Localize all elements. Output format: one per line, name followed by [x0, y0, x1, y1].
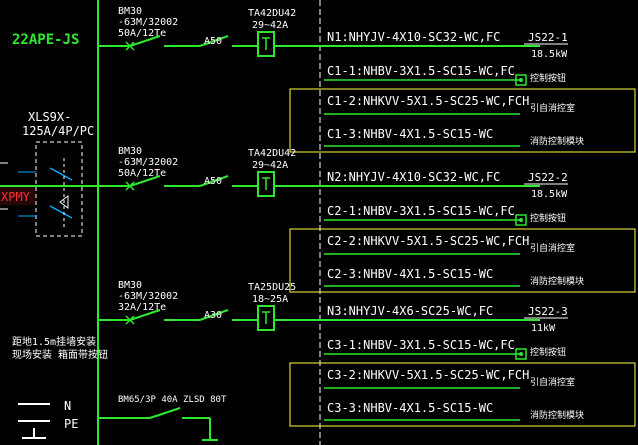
load-power: 18.5kW [531, 49, 568, 60]
sub-circuit-note: 引自消控室 [530, 376, 575, 388]
install-note-line1: 距地1.5m挂墙安装 [12, 335, 96, 348]
sub-circuit-note: 引自消控室 [530, 242, 575, 254]
sub-circuit-label: C3-2:NHKVV-5X1.5-SC25-WC,FCH [327, 368, 529, 382]
breaker-type: -63M/32002 [118, 17, 178, 28]
sub-circuit-label: C2-1:NHBV-3X1.5-SC15-WC,FC [327, 204, 515, 218]
breaker-model: BM30 [118, 280, 142, 291]
sub-circuit-label: C2-2:NHKVV-5X1.5-SC25-WC,FCH [327, 234, 529, 248]
sub-circuit-note: 引自消控室 [530, 102, 575, 114]
sub-circuit-note: 控制按钮 [530, 212, 566, 224]
sub-circuit-label: C2-3:NHBV-4X1.5-SC15-WC [327, 267, 493, 281]
switch-rating: A50 [204, 176, 222, 187]
ct-range: 18~25A [252, 294, 288, 305]
sub-circuit-note: 控制按钮 [530, 72, 566, 84]
load-id: JS22-2 [528, 171, 568, 184]
spd-label: BM65/3P 40A ZLSD 80T [118, 395, 227, 405]
sub-circuit-note: 控制按钮 [530, 346, 566, 358]
sub-circuit-label: C3-3:NHBV-4X1.5-SC15-WC [327, 401, 493, 415]
breaker-model: BM30 [118, 146, 142, 157]
bus-label-pe: PE [64, 417, 78, 431]
main-cable-label: N2:NHYJV-4X10-SC32-WC,FC [327, 170, 500, 184]
control-button-dot [519, 218, 523, 222]
load-power: 18.5kW [531, 189, 568, 200]
wiring-diagram: 22APE-JS XLS9X- 125A/4P/PC XPMY 距地1.5m挂墙… [0, 0, 638, 445]
sub-circuit-label: C1-3:NHBV-4X1.5-SC15-WC [327, 127, 493, 141]
control-button-dot [519, 78, 523, 82]
ct-model: TA25DU25 [248, 282, 296, 293]
sub-circuit-note: 消防控制模块 [530, 409, 584, 421]
ct-model: TA42DU42 [248, 8, 296, 19]
breaker-type: -63M/32002 [118, 157, 178, 168]
breaker-type: -63M/32002 [118, 291, 178, 302]
main-cable-label: N1:NHYJV-4X10-SC32-WC,FC [327, 30, 500, 44]
control-button-dot [519, 352, 523, 356]
main-switch-label-line2: 125A/4P/PC [22, 124, 94, 138]
sub-circuit-label: C1-2:NHKVV-5X1.5-SC25-WC,FCH [327, 94, 529, 108]
panel-id: 22APE-JS [12, 32, 79, 48]
sub-circuit-note: 消防控制模块 [530, 275, 584, 287]
bus-label-n: N [64, 399, 71, 413]
ct-model: TA42DU42 [248, 148, 296, 159]
sub-circuit-label: C3-1:NHBV-3X1.5-SC15-WC,FC [327, 338, 515, 352]
source-tag: XPMY [1, 190, 31, 204]
ct-range: 29~42A [252, 160, 288, 171]
switch-rating: A50 [204, 36, 222, 47]
load-power: 11kW [531, 323, 556, 334]
ct-range: 29~42A [252, 20, 288, 31]
load-id: JS22-3 [528, 305, 568, 318]
breaker-model: BM30 [118, 6, 142, 17]
install-note-line2: 现场安装 箱面带按钮 [12, 348, 108, 361]
sub-circuit-note: 消防控制模块 [530, 135, 584, 147]
main-cable-label: N3:NHYJV-4X6-SC25-WC,FC [327, 304, 493, 318]
switch-rating: A30 [204, 310, 222, 321]
load-id: JS22-1 [528, 31, 568, 44]
main-switch-label-line1: XLS9X- [28, 110, 71, 124]
sub-circuit-label: C1-1:NHBV-3X1.5-SC15-WC,FC [327, 64, 515, 78]
